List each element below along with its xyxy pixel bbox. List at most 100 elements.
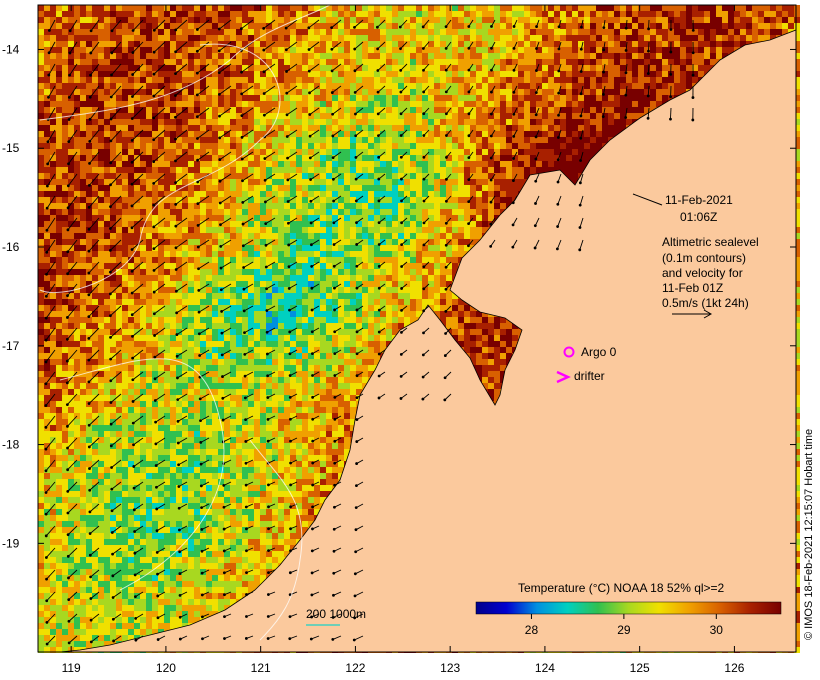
sst-cell [38, 629, 44, 635]
sst-cell [104, 551, 110, 557]
sst-cell [44, 629, 50, 635]
sst-cell [260, 263, 266, 269]
sst-cell [272, 485, 278, 491]
sst-cell [98, 563, 104, 569]
sst-cell [128, 239, 134, 245]
sst-cell [248, 467, 254, 473]
sst-cell [146, 329, 152, 335]
sst-cell [302, 497, 308, 503]
sst-cell [56, 167, 62, 173]
sst-cell [272, 89, 278, 95]
sst-cell [140, 23, 146, 29]
sst-cell [74, 251, 80, 257]
sst-cell [146, 149, 152, 155]
sst-cell [194, 509, 200, 515]
sst-cell [80, 47, 86, 53]
sst-cell [62, 503, 68, 509]
sst-cell [182, 443, 188, 449]
sst-cell [248, 191, 254, 197]
sst-cell [236, 233, 242, 239]
sst-cell [80, 389, 86, 395]
sst-cell [308, 491, 314, 497]
sst-cell [170, 329, 176, 335]
sst-cell [62, 419, 68, 425]
sst-cell [188, 281, 194, 287]
sst-cell [146, 77, 152, 83]
sst-cell [146, 311, 152, 317]
sst-cell [254, 215, 260, 221]
sst-cell [290, 233, 296, 239]
sst-cell [200, 125, 206, 131]
sst-cell [254, 509, 260, 515]
sst-cell [176, 449, 182, 455]
sst-cell [146, 173, 152, 179]
sst-cell [272, 533, 278, 539]
sst-cell [44, 623, 50, 629]
sst-cell [38, 515, 44, 521]
sst-cell [254, 293, 260, 299]
sst-cell [86, 599, 92, 605]
sst-cell [272, 167, 278, 173]
sst-cell [218, 341, 224, 347]
sst-cell [242, 413, 248, 419]
sst-cell [50, 425, 56, 431]
sst-cell [80, 629, 86, 635]
sst-cell [302, 347, 308, 353]
sst-cell [254, 137, 260, 143]
sst-cell [188, 599, 194, 605]
sst-cell [146, 383, 152, 389]
sst-cell [116, 335, 122, 341]
sst-cell [224, 419, 230, 425]
sst-cell [236, 419, 242, 425]
sst-cell [86, 221, 92, 227]
sst-cell [86, 131, 92, 137]
sst-cell [182, 575, 188, 581]
sst-cell [290, 95, 296, 101]
sst-cell [248, 83, 254, 89]
sst-cell [140, 293, 146, 299]
sst-cell [314, 113, 320, 119]
sst-cell [50, 251, 56, 257]
sst-cell [248, 77, 254, 83]
sst-cell [170, 53, 176, 59]
sst-cell [284, 275, 290, 281]
sst-cell [188, 335, 194, 341]
sst-cell [104, 317, 110, 323]
sst-cell [218, 131, 224, 137]
sst-cell [218, 119, 224, 125]
sst-cell [146, 623, 152, 629]
sst-cell [302, 173, 308, 179]
sst-cell [146, 611, 152, 617]
sst-cell [266, 509, 272, 515]
sst-cell [224, 257, 230, 263]
sst-cell [44, 11, 50, 17]
sst-cell [302, 245, 308, 251]
sst-cell [164, 617, 170, 623]
sst-cell [68, 53, 74, 59]
sst-cell [224, 275, 230, 281]
sst-cell [98, 77, 104, 83]
sst-cell [50, 641, 56, 647]
sst-cell [194, 101, 200, 107]
sst-cell [38, 179, 44, 185]
sst-cell [104, 89, 110, 95]
sst-cell [194, 17, 200, 23]
sst-cell [56, 191, 62, 197]
sst-cell [242, 401, 248, 407]
sst-cell [212, 551, 218, 557]
sst-cell [68, 431, 74, 437]
sst-cell [38, 65, 44, 71]
sst-cell [152, 599, 158, 605]
sst-cell [98, 407, 104, 413]
sst-cell [74, 299, 80, 305]
sst-cell [56, 161, 62, 167]
sst-cell [104, 197, 110, 203]
sst-cell [236, 275, 242, 281]
sst-cell [68, 215, 74, 221]
sst-cell [218, 575, 224, 581]
sst-cell [206, 365, 212, 371]
sst-cell [230, 185, 236, 191]
sst-cell [146, 371, 152, 377]
sst-cell [158, 401, 164, 407]
sst-cell [218, 233, 224, 239]
